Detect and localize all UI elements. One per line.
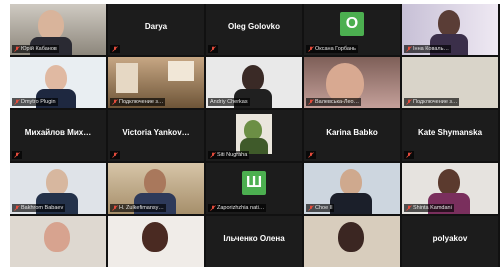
participant-name: Юрій Кабанов: [21, 46, 57, 52]
participant-name: Karina Babko: [326, 128, 378, 137]
muted-mic-icon: [406, 46, 412, 52]
participant-tile[interactable]: Юрій Кабанов: [10, 4, 106, 55]
participant-name: Darya: [144, 22, 168, 31]
participant-tile[interactable]: O Оксана Горбань: [304, 4, 400, 55]
participant-label: [404, 151, 414, 159]
participant-name: Zaporizhzhia nati…: [217, 205, 265, 211]
participant-tile[interactable]: Siti Nugraha: [206, 110, 302, 161]
participant-tile[interactable]: Ільченко Олена: [206, 216, 302, 267]
participant-label: Оксана Горбань: [306, 45, 358, 53]
participant-name: Victoria Yankov…: [122, 128, 190, 137]
participant-tile[interactable]: polyakov: [402, 216, 498, 267]
participant-tile[interactable]: H. Zulkefimansy…: [108, 163, 204, 214]
participant-tile[interactable]: Ш Zaporizhzhia nati…: [206, 163, 302, 214]
video-feed: [10, 216, 106, 267]
participant-tile[interactable]: Kate Shymanska: [402, 110, 498, 161]
participant-label: Siti Nugraha: [208, 151, 250, 159]
muted-mic-icon: [14, 152, 20, 158]
muted-mic-icon: [210, 46, 216, 52]
muted-mic-icon: [210, 205, 216, 211]
participant-tile[interactable]: Victoria Yankov…: [108, 110, 204, 161]
participant-label: [208, 45, 218, 53]
muted-mic-icon: [210, 152, 216, 158]
participant-tile[interactable]: Shinta Kamdani: [402, 163, 498, 214]
participant-tile[interactable]: Bakhrom Babaev: [10, 163, 106, 214]
participant-name: Подключение з…: [413, 99, 458, 105]
participant-name: Bakhrom Babaev: [21, 205, 64, 211]
muted-mic-icon: [14, 99, 20, 105]
muted-mic-icon: [112, 99, 118, 105]
muted-mic-icon: [112, 46, 118, 52]
participant-tile[interactable]: Подключение з…: [402, 57, 498, 108]
participant-name: Валевська-Лео…: [315, 99, 360, 105]
muted-mic-icon: [112, 205, 118, 211]
participant-tile[interactable]: Choe Il: [304, 163, 400, 214]
participant-label: Валевська-Лео…: [306, 98, 362, 106]
participant-label: Bakhrom Babaev: [12, 204, 66, 212]
participant-tile[interactable]: Andriy Cherkas: [206, 57, 302, 108]
participant-label: Юрій Кабанов: [12, 45, 59, 53]
participant-name: Подключение з…: [119, 99, 164, 105]
participant-name: Siti Nugraha: [217, 152, 248, 158]
participant-tile[interactable]: Oleg Golovko: [206, 4, 302, 55]
muted-mic-icon: [406, 99, 412, 105]
participant-label: [110, 151, 120, 159]
muted-mic-icon: [406, 205, 412, 211]
participant-name: Dmytro Plugin: [21, 99, 56, 105]
muted-mic-icon: [308, 99, 314, 105]
participant-label: H. Zulkefimansy…: [110, 204, 166, 212]
participant-tile[interactable]: [108, 216, 204, 267]
muted-mic-icon: [308, 46, 314, 52]
participant-name: polyakov: [432, 234, 468, 243]
muted-mic-icon: [308, 205, 314, 211]
muted-mic-icon: [308, 152, 314, 158]
muted-mic-icon: [112, 152, 118, 158]
participant-label: Andriy Cherkas: [208, 98, 250, 106]
participant-label: Choe Il: [306, 204, 335, 212]
participant-tile[interactable]: Dmytro Plugin: [10, 57, 106, 108]
participant-name: H. Zulkefimansy…: [119, 205, 164, 211]
participant-tile[interactable]: Валевська-Лео…: [304, 57, 400, 108]
participant-label: Інна Коваль…: [404, 45, 451, 53]
participant-label: [306, 151, 316, 159]
participant-name: Михайлов Мих…: [24, 128, 92, 137]
participant-tile[interactable]: Інна Коваль…: [402, 4, 498, 55]
participant-grid: Юрій Кабанов Darya Oleg Golovko O Оксана…: [10, 4, 500, 267]
participant-tile[interactable]: Подключение з…: [108, 57, 204, 108]
avatar: Ш: [242, 171, 266, 195]
participant-tile[interactable]: [10, 216, 106, 267]
participant-name: Andriy Cherkas: [210, 99, 248, 105]
video-feed: [108, 216, 204, 267]
video-feed: [304, 216, 400, 267]
participant-tile[interactable]: [304, 216, 400, 267]
avatar: O: [340, 12, 364, 36]
participant-label: Zaporizhzhia nati…: [208, 204, 267, 212]
muted-mic-icon: [14, 205, 20, 211]
participant-label: Shinta Kamdani: [404, 204, 454, 212]
participant-label: [110, 45, 120, 53]
participant-tile[interactable]: Darya: [108, 4, 204, 55]
participant-tile[interactable]: Karina Babko: [304, 110, 400, 161]
muted-mic-icon: [14, 46, 20, 52]
muted-mic-icon: [406, 152, 412, 158]
participant-name: Kate Shymanska: [417, 128, 483, 137]
participant-label: [12, 151, 22, 159]
participant-name: Ільченко Олена: [223, 234, 285, 243]
participant-name: Оксана Горбань: [315, 46, 356, 52]
participant-label: Dmytro Plugin: [12, 98, 58, 106]
participant-label: Подключение з…: [110, 98, 166, 106]
participant-label: Подключение з…: [404, 98, 460, 106]
participant-name: Choe Il: [315, 205, 333, 211]
participant-name: Інна Коваль…: [413, 46, 449, 52]
participant-name: Oleg Golovko: [227, 22, 280, 31]
participant-tile[interactable]: Михайлов Мих…: [10, 110, 106, 161]
participant-name: Shinta Kamdani: [413, 205, 452, 211]
